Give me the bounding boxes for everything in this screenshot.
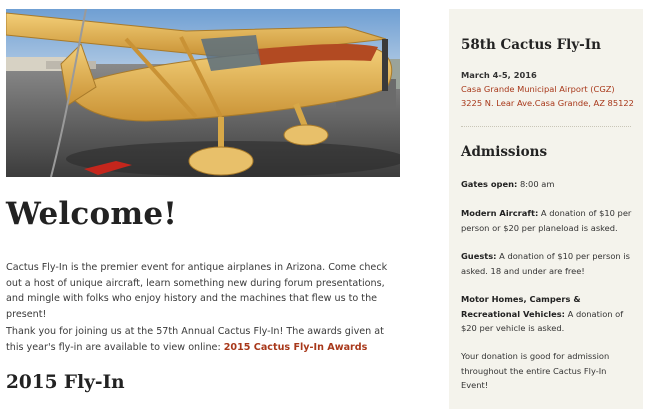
guests-label: Guests: — [461, 251, 497, 261]
sidebar-divider — [461, 126, 631, 127]
admission-modern-aircraft: Modern Aircraft: A donation of $10 per p… — [461, 206, 635, 235]
address-link[interactable]: 3225 N. Lear Ave.Casa Grande, AZ 85122 — [461, 98, 634, 108]
intro-paragraph: Cactus Fly-In is the premier event for a… — [6, 262, 388, 320]
awards-link[interactable]: 2015 Cactus Fly-In Awards — [224, 342, 368, 353]
airplane-photo — [6, 9, 400, 177]
section-heading: 2015 Fly-In — [6, 372, 125, 393]
airport-link[interactable]: Casa Grande Municipal Airport (CGZ) — [461, 84, 615, 94]
welcome-heading: Welcome! — [6, 196, 178, 232]
event-sidebar: 58th Cactus Fly-In March 4-5, 2016 Casa … — [449, 9, 643, 409]
hero-image — [6, 9, 400, 177]
event-title: 58th Cactus Fly-In — [461, 37, 601, 53]
gates-label: Gates open: — [461, 179, 518, 189]
modern-label: Modern Aircraft: — [461, 208, 539, 218]
admission-gates: Gates open: 8:00 am — [461, 177, 635, 192]
admission-rv: Motor Homes, Campers & Recreational Vehi… — [461, 292, 635, 336]
rv-label: Motor Homes, Campers & Recreational Vehi… — [461, 294, 581, 319]
event-date: March 4-5, 2016 — [461, 70, 537, 80]
gates-value: 8:00 am — [517, 179, 555, 189]
thanks-paragraph: Thank you for joining us at the 57th Ann… — [6, 324, 398, 355]
admissions-title: Admissions — [461, 144, 548, 160]
donation-note: Your donation is good for admission thro… — [461, 351, 610, 390]
admission-guests: Guests: A donation of $10 per person is … — [461, 249, 635, 278]
